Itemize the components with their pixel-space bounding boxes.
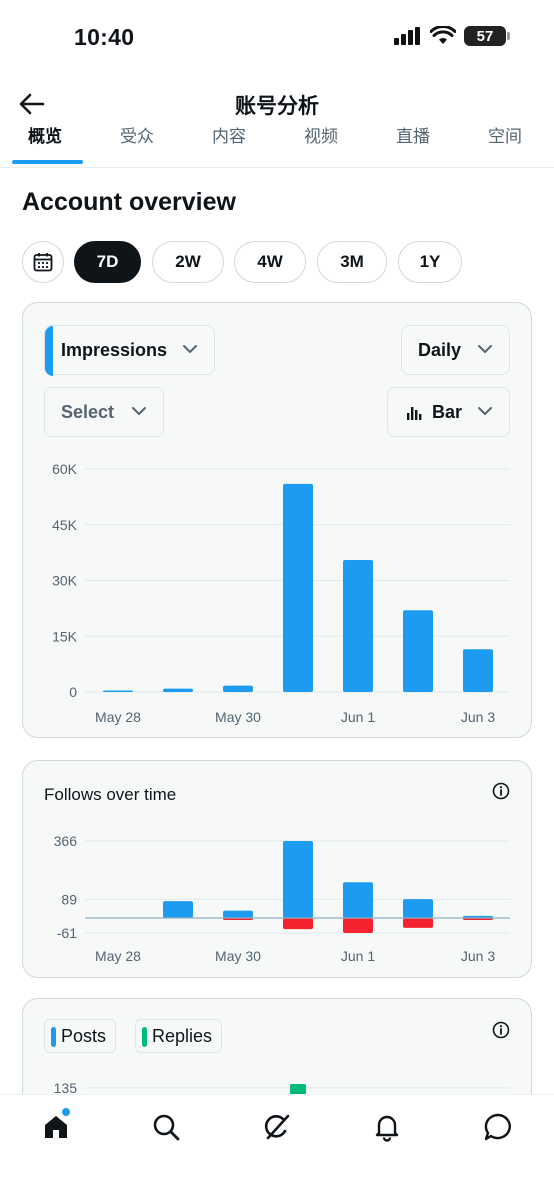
impressions-bar: [283, 483, 313, 692]
tab-video[interactable]: 视频: [304, 126, 338, 147]
nav-grok[interactable]: [259, 1109, 295, 1145]
search-icon: [153, 1114, 180, 1141]
calendar-icon: [33, 253, 53, 272]
follows-bar: [403, 899, 433, 918]
nav-home[interactable]: [38, 1108, 74, 1145]
impressions-chart: 60K 45K 30K 15K 0 May 28 May 30 Jun 1 Jun 3: [52, 461, 510, 725]
unfollows-bar: [403, 918, 433, 928]
impressions-bar: [463, 649, 493, 692]
range-2w-button[interactable]: 2W: [152, 241, 224, 283]
y-tick-label: 45K: [52, 517, 78, 533]
follows-bar: [223, 910, 253, 918]
y-tick-label: 60K: [52, 461, 78, 477]
impressions-bar: [403, 610, 433, 692]
nav-messages[interactable]: [480, 1109, 516, 1145]
x-tick-label: May 28: [95, 948, 141, 964]
unfollows-bar: [343, 918, 373, 933]
nav-notifications[interactable]: [369, 1109, 405, 1145]
x-tick-label: May 28: [95, 709, 141, 725]
page-title: 账号分析: [235, 94, 319, 118]
battery-level: 57: [476, 27, 494, 45]
message-icon: [484, 1113, 511, 1141]
range-1y-button[interactable]: 1Y: [398, 241, 462, 283]
impressions-bar: [103, 690, 133, 692]
tab-content[interactable]: 内容: [212, 126, 246, 147]
tab-spaces[interactable]: 空间: [488, 126, 522, 147]
x-tick-label: May 30: [215, 948, 261, 964]
tab-live[interactable]: 直播: [396, 126, 430, 147]
y-tick-label: 0: [69, 684, 77, 700]
battery-indicator: 57: [464, 26, 510, 46]
nav-search[interactable]: [148, 1109, 184, 1145]
follows-chart: 366 89 -61 May 28 May 30 Jun 1 Jun 3: [54, 833, 510, 964]
impressions-card: Impressions Daily Select Bar 60K 45K 30K 15…: [22, 302, 532, 738]
y-tick-label: -61: [57, 925, 77, 941]
status-bar: 10:40 57: [0, 0, 554, 74]
y-tick-label: 15K: [52, 628, 78, 644]
grok-icon: [264, 1114, 290, 1140]
follows-bar: [283, 841, 313, 918]
status-icons: 57: [394, 26, 510, 46]
impressions-bar: [163, 688, 193, 692]
tab-overview[interactable]: 概览: [28, 126, 62, 147]
y-tick-label: 30K: [52, 573, 78, 589]
x-tick-label: Jun 3: [461, 709, 495, 725]
y-tick-label: 89: [61, 891, 77, 907]
x-tick-label: Jun 1: [341, 709, 375, 725]
header: 账号分析: [0, 78, 554, 130]
range-4w-button[interactable]: 4W: [234, 241, 306, 283]
impressions-bar: [343, 560, 373, 692]
y-tick-label: 366: [54, 833, 78, 849]
active-tab-indicator: [12, 160, 83, 164]
tab-bar: 概览 受众 内容 视频 直播 空间: [0, 126, 554, 168]
x-tick-label: Jun 1: [341, 948, 375, 964]
follows-bar: [163, 901, 193, 918]
calendar-button[interactable]: [22, 241, 64, 283]
section-title: Account overview: [22, 188, 236, 216]
follows-card: Follows over time 366 89 -61 May 28 May 30 Ju…: [22, 760, 532, 978]
range-7d-button[interactable]: 7D: [74, 241, 141, 283]
cellular-signal-icon: [394, 27, 420, 45]
status-time: 10:40: [74, 24, 135, 50]
home-icon: [45, 1116, 67, 1138]
wifi-icon: [430, 26, 456, 44]
range-3m-button[interactable]: 3M: [317, 241, 387, 283]
unfollows-bar: [283, 918, 313, 930]
follows-bar: [343, 882, 373, 918]
x-tick-label: May 30: [215, 709, 261, 725]
x-tick-label: Jun 3: [461, 948, 495, 964]
impressions-bar: [223, 685, 253, 692]
tab-audience[interactable]: 受众: [120, 126, 154, 147]
notification-dot: [62, 1108, 70, 1116]
bottom-nav: [0, 1094, 554, 1200]
bell-icon: [375, 1115, 399, 1142]
